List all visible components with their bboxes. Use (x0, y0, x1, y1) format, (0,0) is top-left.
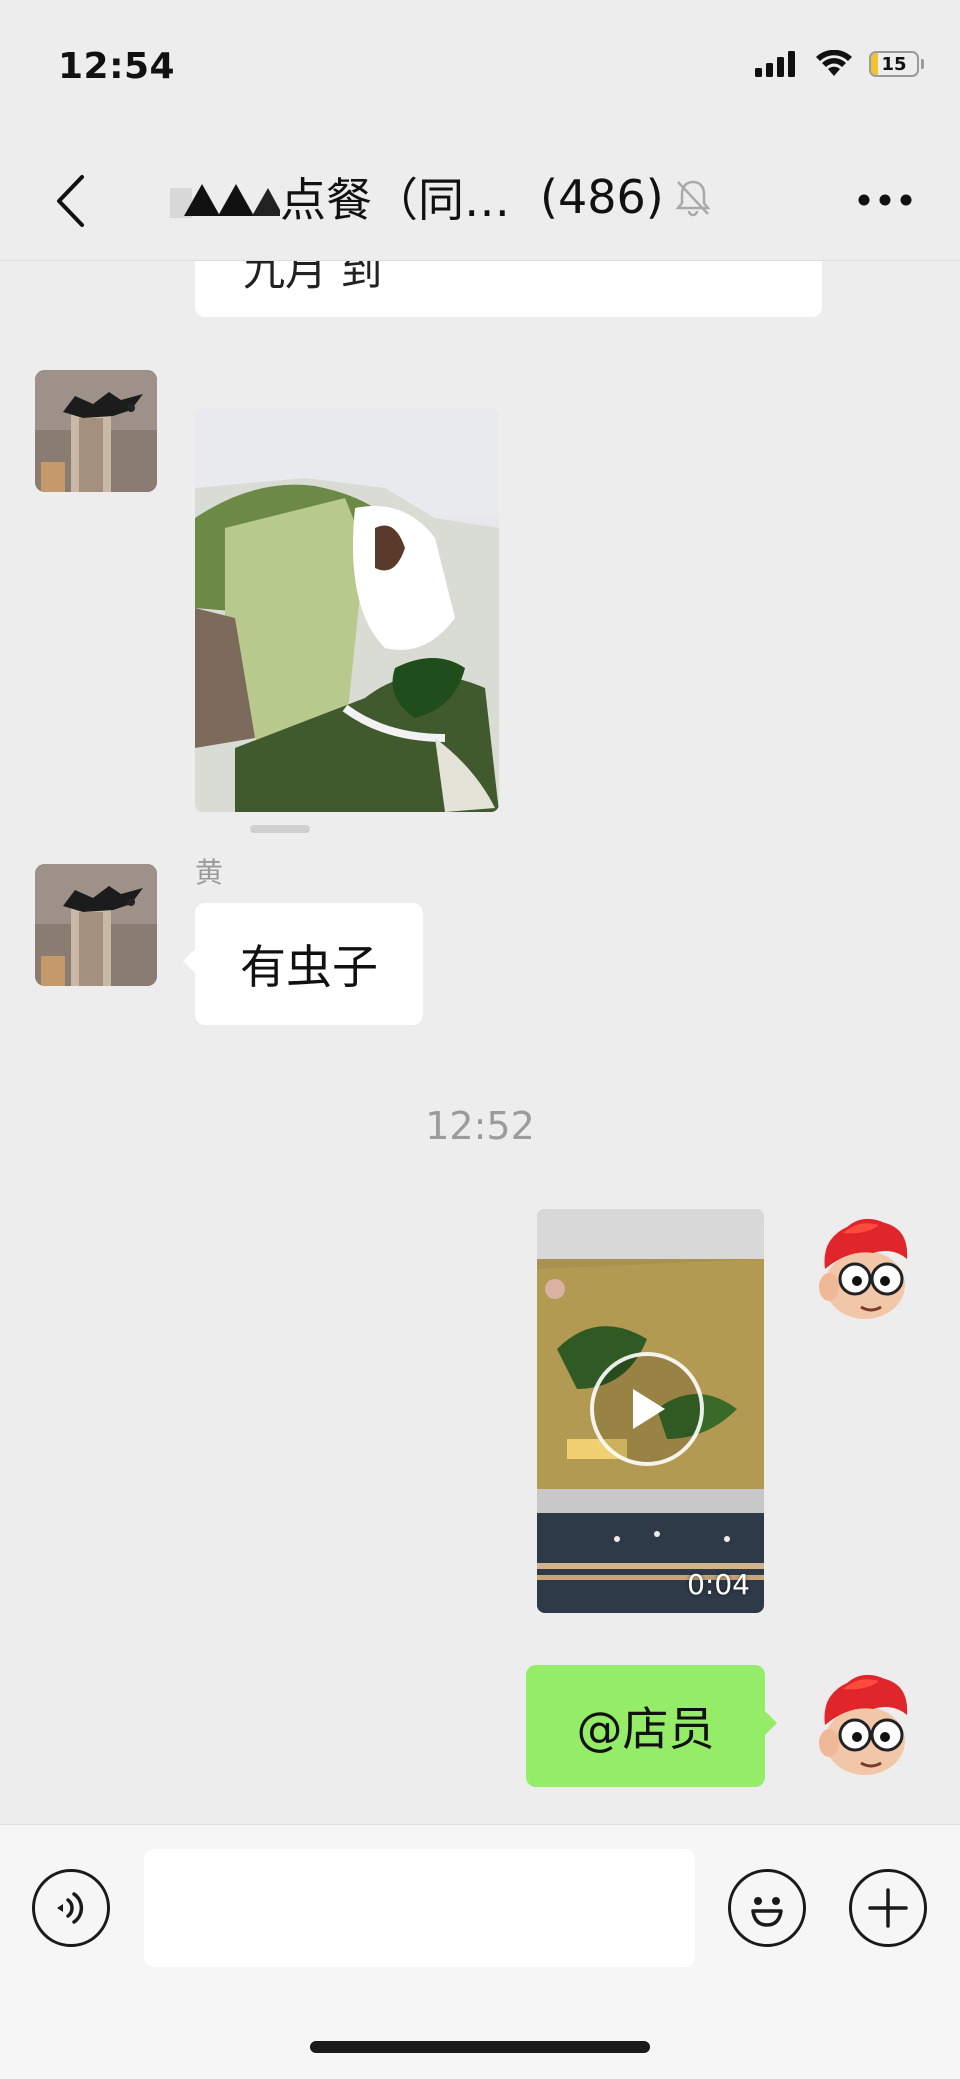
status-time: 12:54 (58, 46, 176, 87)
chat-title-text: 点餐（同… (280, 173, 510, 227)
chat-title[interactable]: 点餐（同… (486) (170, 164, 770, 230)
emoji-button[interactable] (728, 1869, 806, 1947)
sender-name: 黄 (195, 856, 224, 889)
redacted-name (170, 174, 280, 220)
avatar-cartoon-boy (819, 1218, 908, 1319)
video-duration: 0:04 (687, 1568, 750, 1601)
wechat-group-chat: 12:54 15 点餐（同… (486) 九月 到 黄 有虫子 12:52 0:… (0, 0, 960, 2079)
bell-muted-icon (675, 180, 711, 217)
emoji-icon (751, 1897, 783, 1927)
battery-level: 15 (881, 53, 907, 75)
battery-body: 15 (869, 51, 919, 77)
status-bar: 12:54 15 (0, 0, 960, 140)
ellipsis-icon (858, 194, 912, 206)
message-list[interactable]: 九月 到 黄 有虫子 12:52 0:04 @店员 (0, 261, 960, 1824)
cellular-signal-icon (755, 51, 795, 77)
plus-icon (868, 1888, 908, 1928)
avatar-cat-photo (35, 370, 157, 492)
avatar[interactable] (803, 1665, 925, 1787)
home-indicator[interactable] (310, 2041, 650, 2053)
voice-icon (57, 1892, 84, 1924)
plus-button[interactable] (849, 1869, 927, 1947)
partial-message-text: 九月 到 (243, 261, 383, 295)
chevron-left-icon (57, 175, 84, 227)
member-count: (486) (540, 170, 664, 224)
my-message-text: @店员 (576, 1702, 715, 1756)
battery-icon: 15 (869, 51, 924, 77)
voice-button[interactable] (32, 1869, 110, 1947)
message-timestamp: 12:52 (425, 1104, 535, 1148)
message-text: 有虫子 (240, 940, 378, 994)
status-icons: 15 (755, 50, 924, 78)
my-text-message-bubble[interactable]: @店员 (526, 1665, 777, 1787)
more-button[interactable] (850, 170, 920, 230)
play-button[interactable] (590, 1352, 704, 1466)
avatar-cartoon-boy (819, 1674, 908, 1775)
battery-fill (871, 53, 878, 75)
avatar[interactable] (35, 370, 157, 492)
image-message[interactable] (195, 408, 499, 812)
play-icon (633, 1389, 665, 1429)
avatar[interactable] (803, 1209, 925, 1331)
partial-message-bubble[interactable]: 九月 到 (195, 261, 822, 317)
avatar-cat-photo (35, 864, 157, 986)
food-photo (195, 408, 499, 812)
back-button[interactable] (40, 166, 100, 236)
message-input[interactable] (144, 1849, 695, 1967)
avatar[interactable] (35, 864, 157, 986)
battery-cap (921, 59, 924, 69)
video-message[interactable]: 0:04 (537, 1209, 764, 1613)
text-message-bubble[interactable]: 有虫子 (183, 903, 423, 1025)
chat-header: 点餐（同… (486) (0, 140, 960, 261)
wifi-icon (816, 50, 852, 76)
image-shadow (250, 825, 310, 833)
